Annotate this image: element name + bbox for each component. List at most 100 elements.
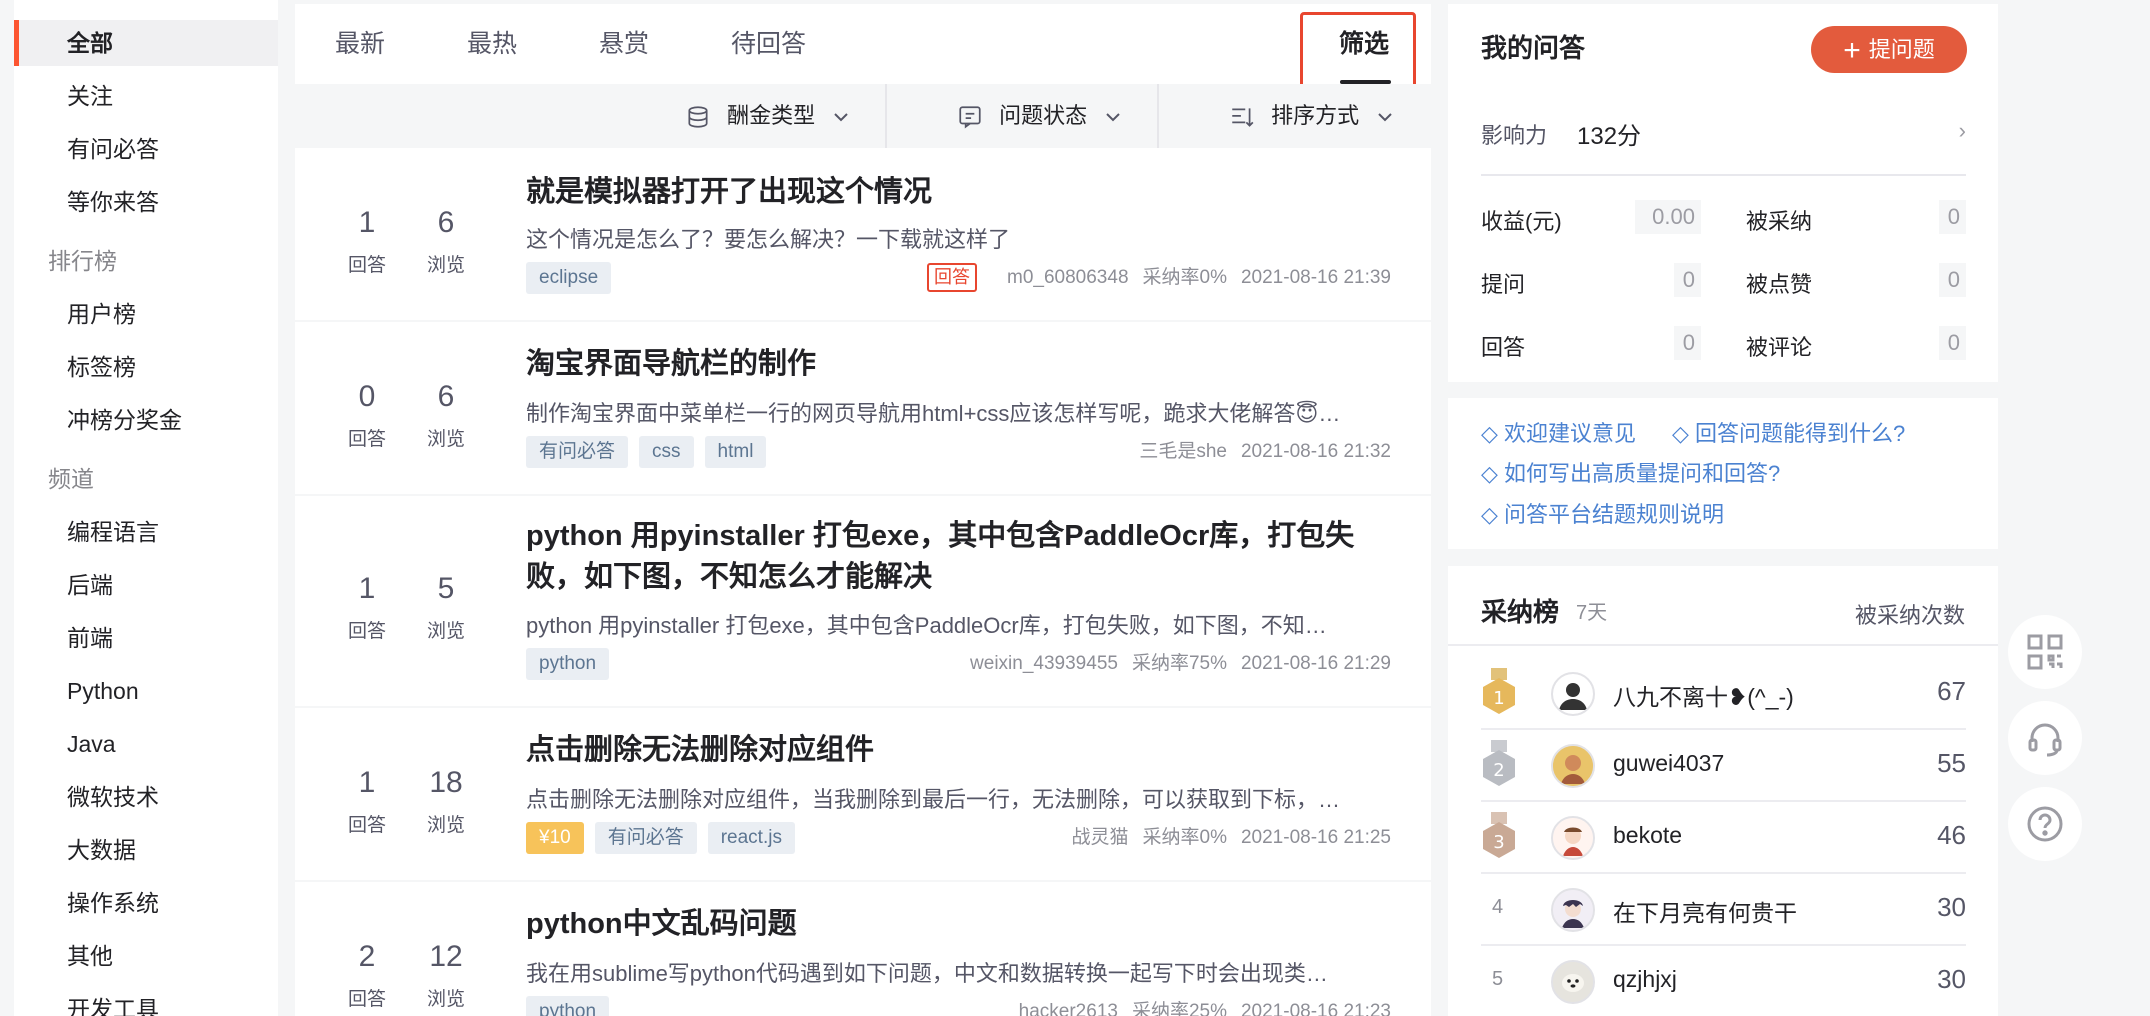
sidebar-item-channel[interactable]: 前端 [14,615,278,661]
question-desc: 点击删除无法删除对应组件，当我删除到最后一行，无法删除，可以获取到下标，… [526,787,1341,812]
question-title[interactable]: 淘宝界面导航栏的制作 [526,344,1396,385]
sidebar-item-bonus-rank[interactable]: 冲榜分奖金 [14,397,278,443]
tab-hot[interactable]: 最热 [467,4,517,84]
sidebar-item-all[interactable]: 全部 [14,20,278,66]
ranking-row[interactable]: 3 bekote 46 [1481,802,1966,874]
tag[interactable]: python [526,648,610,680]
sidebar-item-waiting[interactable]: 等你来答 [14,179,278,225]
author[interactable]: 战灵猫 [1072,827,1129,848]
tag[interactable]: eclipse [526,262,612,294]
question-meta: 三毛是she 2021-08-16 21:32 [1125,436,1391,468]
ranking-title: 采纳榜 [1481,597,1560,627]
sort-order-filter[interactable]: 排序方式 [1229,84,1395,148]
question-item[interactable]: 1 回答 6 浏览 就是模拟器打开了出现这个情况 这个情况是怎么了？要怎么解决？一下… [295,148,1431,320]
question-item[interactable]: 1 回答 18 浏览 点击删除无法删除对应组件 点击删除无法删除对应组件，当我删除到… [295,708,1431,880]
ask-question-button[interactable]: + 提问题 [1811,26,1967,73]
question-status-filter[interactable]: 问题状态 [957,84,1123,148]
question-title[interactable]: 点击删除无法删除对应组件 [526,730,1396,771]
bronze-medal-icon: 3 [1483,812,1515,858]
closing-rules-link[interactable]: ◇ 问答平台结题规则说明 [1481,497,1724,529]
sidebar-item-user-rank[interactable]: 用户榜 [14,291,278,337]
question-meta: weixin_43939455 采纳率75% 2021-08-16 21:29 [956,648,1391,680]
ranking-row[interactable]: 1 八九不离十❥(^_-) 67 [1481,658,1966,730]
question-meta: 回答 m0_60806348 采纳率0% 2021-08-16 21:39 [913,262,1391,294]
stat-value: 0 [1674,326,1701,360]
ranking-row[interactable]: 2 guwei4037 55 [1481,730,1966,802]
answer-benefit-link[interactable]: ◇ 回答问题能得到什么? [1672,416,1905,448]
qrcode-icon [2027,634,2063,670]
database-icon [688,106,708,128]
rank-user-name[interactable]: qzjhjxj [1613,966,1677,993]
silver-medal-icon: 2 [1483,740,1515,786]
sidebar-item-channel[interactable]: Java [14,721,278,767]
tag[interactable]: 有问必答 [526,436,629,468]
avatar[interactable] [1551,888,1595,932]
ranking-row[interactable]: 5 qzjhjxj 30 [1481,946,1966,1016]
chevron-down-icon [1378,113,1392,122]
question-title[interactable]: python中文乱码问题 [526,904,1396,945]
rank-number: 5 [1492,968,1504,990]
rank-user-name[interactable]: bekote [1613,822,1682,849]
question-item[interactable]: 2 回答 12 浏览 python中文乱码问题 我在用sublime写python代… [295,882,1431,1016]
ranking-row[interactable]: 4 在下月亮有何贵干 30 [1481,874,1966,946]
sidebar-item-channel[interactable]: 编程语言 [14,509,278,555]
suggestion-link[interactable]: ◇ 欢迎建议意见 [1481,416,1636,448]
card-separator [1448,382,1998,398]
rank-user-name[interactable]: 在下月亮有何贵干 [1613,894,1797,928]
author[interactable]: 三毛是she [1139,441,1227,462]
avatar[interactable] [1551,744,1595,788]
question-main: 最新 最热 悬赏 待回答 筛选 酬金类型 问题状态 排序方式 1 回答 6 浏览… [295,0,1431,1016]
tab-latest[interactable]: 最新 [335,4,385,84]
sidebar-item-tag-rank[interactable]: 标签榜 [14,344,278,390]
rank-user-name[interactable]: 八九不离十❥(^_-) [1613,678,1794,712]
avatar[interactable] [1551,672,1595,716]
tag[interactable]: html [704,436,767,468]
medal-rank: 3 [1493,832,1504,853]
question-item[interactable]: 0 回答 6 浏览 淘宝界面导航栏的制作 制作淘宝界面中菜单栏一行的网页导航用htm… [295,322,1431,494]
sidebar-item-channel[interactable]: 大数据 [14,827,278,873]
quality-guide-link[interactable]: ◇ 如何写出高质量提问和回答? [1481,456,1780,488]
tag[interactable]: react.js [707,822,795,854]
accept-rate: 采纳率0% [1142,267,1227,288]
view-count: 5 浏览 [426,572,465,642]
chevron-right-icon: › [1958,118,1966,143]
tag[interactable]: 有问必答 [594,822,697,854]
reward-type-filter[interactable]: 酬金类型 [685,84,851,148]
influence-row[interactable]: 影响力 132分 › [1481,104,1966,176]
question-title[interactable]: python 用pyinstaller 打包exe，其中包含PaddleOcr库… [526,516,1396,598]
sidebar-item-follow[interactable]: 关注 [14,73,278,119]
sidebar-item-channel[interactable]: 后端 [14,562,278,608]
post-time: 2021-08-16 21:29 [1240,653,1391,674]
sidebar-item-channel[interactable]: 微软技术 [14,774,278,820]
answer-count: 0 回答 [347,380,386,450]
tag[interactable]: python [526,996,610,1016]
tab-filter[interactable]: 筛选 [1339,4,1389,84]
avatar[interactable] [1551,816,1595,860]
question-tags: python [526,996,620,1016]
view-count: 12 浏览 [426,940,465,1010]
sidebar-item-channel[interactable]: 开发工具 [14,986,278,1016]
sidebar-item-channel[interactable]: Python [14,668,278,714]
sort-order-label: 排序方式 [1271,103,1360,128]
sidebar-item-must-answer[interactable]: 有问必答 [14,126,278,172]
sidebar-item-channel[interactable]: 其他 [14,933,278,979]
stat-label: 被采纳 [1746,209,1813,234]
avatar[interactable] [1551,960,1595,1004]
author[interactable]: hacker2613 [1019,1001,1118,1016]
sidebar-item-channel[interactable]: 操作系统 [14,880,278,926]
question-item[interactable]: 1 回答 5 浏览 python 用pyinstaller 打包exe，其中包含Pa… [295,496,1431,706]
help-button[interactable] [2008,787,2082,861]
tag[interactable]: css [639,436,694,468]
ranking-period[interactable]: 7天 [1576,596,1607,625]
accept-rate: 采纳率25% [1131,1001,1227,1016]
author[interactable]: m0_60806348 [1007,267,1129,288]
customer-service-button[interactable] [2008,701,2082,775]
rank-user-name[interactable]: guwei4037 [1613,750,1724,777]
question-list: 1 回答 6 浏览 就是模拟器打开了出现这个情况 这个情况是怎么了？要怎么解决？一下… [295,148,1431,1016]
qrcode-button[interactable] [2008,615,2082,689]
tab-reward[interactable]: 悬赏 [599,4,649,84]
author[interactable]: weixin_43939455 [970,653,1118,674]
rank-number: 4 [1492,896,1504,918]
tab-to-answer[interactable]: 待回答 [731,4,806,84]
question-title[interactable]: 就是模拟器打开了出现这个情况 [526,172,1396,213]
